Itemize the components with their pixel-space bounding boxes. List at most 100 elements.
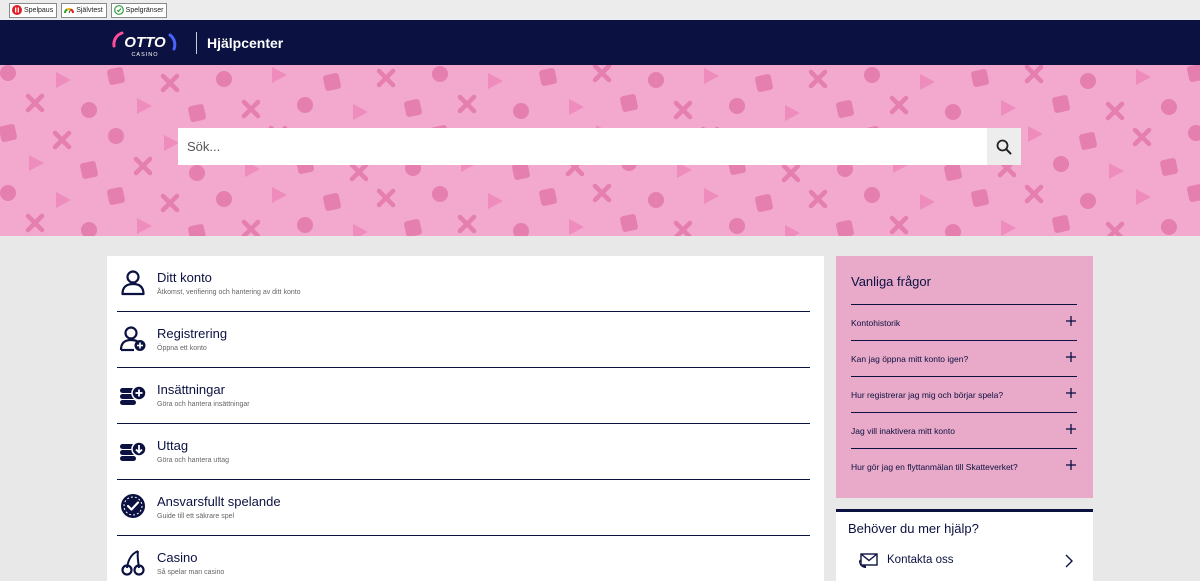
faq-item[interactable]: Kan jag öppna mitt konto igen? <box>851 340 1077 376</box>
plus-icon <box>1066 316 1076 326</box>
pattern-circle <box>0 185 16 201</box>
pattern-circle <box>864 187 880 203</box>
chevron-right-icon <box>1065 554 1073 568</box>
category-casino[interactable]: Casino Så spelar man casino <box>117 536 810 581</box>
coins-plus-icon <box>120 385 147 405</box>
plus-icon <box>1066 460 1076 470</box>
pattern-square <box>188 104 206 122</box>
pattern-square <box>836 100 854 118</box>
pattern-cross <box>1024 184 1044 204</box>
faq-question: Kan jag öppna mitt konto igen? <box>851 354 969 364</box>
pattern-circle <box>81 222 97 236</box>
faq-item[interactable]: Hur gör jag en flyttanmälan till Skattev… <box>851 448 1077 484</box>
pattern-cross <box>1132 127 1152 147</box>
pattern-square <box>971 69 989 87</box>
cherries-icon <box>121 550 145 576</box>
pattern-triangle <box>29 155 44 171</box>
pattern-circle <box>864 67 880 83</box>
category-title: Ansvarsfullt spelande <box>157 494 281 509</box>
spelpaus-button[interactable]: Spelpaus <box>9 2 58 18</box>
category-subtitle: Göra och hantera uttag <box>157 457 229 464</box>
pattern-square <box>755 194 773 212</box>
gauge-icon <box>64 8 75 14</box>
search-input[interactable] <box>178 128 987 165</box>
coins-download-icon <box>120 441 147 461</box>
category-title: Registrering <box>157 326 228 341</box>
pattern-triangle <box>353 104 368 120</box>
pattern-circle <box>216 71 232 87</box>
pattern-cross <box>160 193 180 213</box>
pattern-triangle <box>56 72 71 88</box>
category-subtitle: Så spelar man casino <box>157 569 225 576</box>
pattern-square <box>1187 65 1200 82</box>
category-subtitle: Åtkomst, verifiering och hantering av di… <box>157 289 301 296</box>
pattern-triangle <box>920 74 935 90</box>
sjalvtest-button[interactable]: Självtest <box>61 2 107 18</box>
category-ditt-konto[interactable]: Ditt konto Åtkomst, verifiering och hant… <box>117 256 810 312</box>
pattern-circle <box>1053 156 1069 172</box>
add-user-icon <box>119 326 146 352</box>
search-button[interactable] <box>987 128 1021 165</box>
pattern-circle <box>0 65 16 81</box>
pattern-circle <box>432 66 448 82</box>
page-title[interactable]: Hjälpcenter <box>207 35 283 51</box>
category-insattningar[interactable]: Insättningar Göra och hantera insättning… <box>117 368 810 424</box>
pattern-cross <box>808 69 828 89</box>
otto-casino-logo[interactable]: OTTO CASINO <box>110 29 182 59</box>
pattern-cross <box>457 94 477 114</box>
pattern-circle <box>1161 99 1177 115</box>
pattern-triangle <box>164 135 179 151</box>
pattern-cross <box>457 214 477 234</box>
pattern-square <box>539 68 557 86</box>
faq-item[interactable]: Hur registrerar jag mig och börjar spela… <box>851 376 1077 412</box>
logo-text: OTTO <box>124 34 166 51</box>
spelgranser-label: Spelgränser <box>125 6 164 14</box>
category-subtitle: Göra och hantera insättningar <box>157 401 250 408</box>
pattern-square <box>404 99 422 117</box>
pattern-cross <box>25 213 45 233</box>
pattern-triangle <box>569 219 584 235</box>
pattern-square <box>1079 132 1097 150</box>
spelgranser-button[interactable]: Spelgränser <box>110 2 168 18</box>
pattern-triangle <box>56 192 71 208</box>
pattern-cross <box>349 162 369 182</box>
pattern-triangle <box>1136 189 1151 205</box>
category-registrering[interactable]: Registrering Öppna ett konto <box>117 312 810 368</box>
faq-question: Kontohistorik <box>851 318 901 328</box>
pattern-cross <box>1105 221 1125 236</box>
pattern-circle <box>945 104 961 120</box>
pattern-triangle <box>272 67 287 83</box>
pattern-square <box>620 214 638 232</box>
pattern-cross <box>241 219 261 236</box>
category-uttag[interactable]: Uttag Göra och hantera uttag <box>117 424 810 480</box>
pattern-square <box>0 124 17 142</box>
pattern-circle <box>648 72 664 88</box>
pattern-triangle <box>353 224 368 236</box>
pattern-circle <box>513 103 529 119</box>
sjalvtest-label: Självtest <box>76 6 103 14</box>
pattern-circle <box>1080 73 1096 89</box>
user-icon <box>121 270 145 296</box>
contact-us-link[interactable]: Kontakta oss <box>858 550 1076 572</box>
faq-title: Vanliga frågor <box>851 274 931 289</box>
category-ansvarsfullt-spelande[interactable]: Ansvarsfullt spelande Guide till ett säk… <box>117 480 810 536</box>
pattern-cross <box>889 215 909 235</box>
pattern-triangle <box>488 193 503 209</box>
category-subtitle: Guide till ett säkrare spel <box>157 513 235 520</box>
faq-item[interactable]: Kontohistorik <box>851 304 1077 340</box>
pattern-circle <box>945 224 961 236</box>
pattern-square <box>1160 158 1178 176</box>
faq-item[interactable]: Jag vill inaktivera mitt konto <box>851 412 1077 448</box>
category-subtitle: Öppna ett konto <box>157 345 207 352</box>
pattern-cross <box>160 73 180 93</box>
pattern-circle <box>189 165 205 181</box>
pattern-triangle <box>137 218 152 234</box>
plus-icon <box>1066 352 1076 362</box>
pattern-triangle <box>569 99 584 115</box>
pattern-triangle <box>137 98 152 114</box>
faq-panel: Vanliga frågor Kontohistorik Kan jag öpp… <box>836 256 1093 498</box>
pattern-triangle <box>1001 100 1016 116</box>
pattern-triangle <box>488 73 503 89</box>
pattern-cross <box>1024 65 1044 84</box>
pattern-triangle <box>1136 69 1151 85</box>
